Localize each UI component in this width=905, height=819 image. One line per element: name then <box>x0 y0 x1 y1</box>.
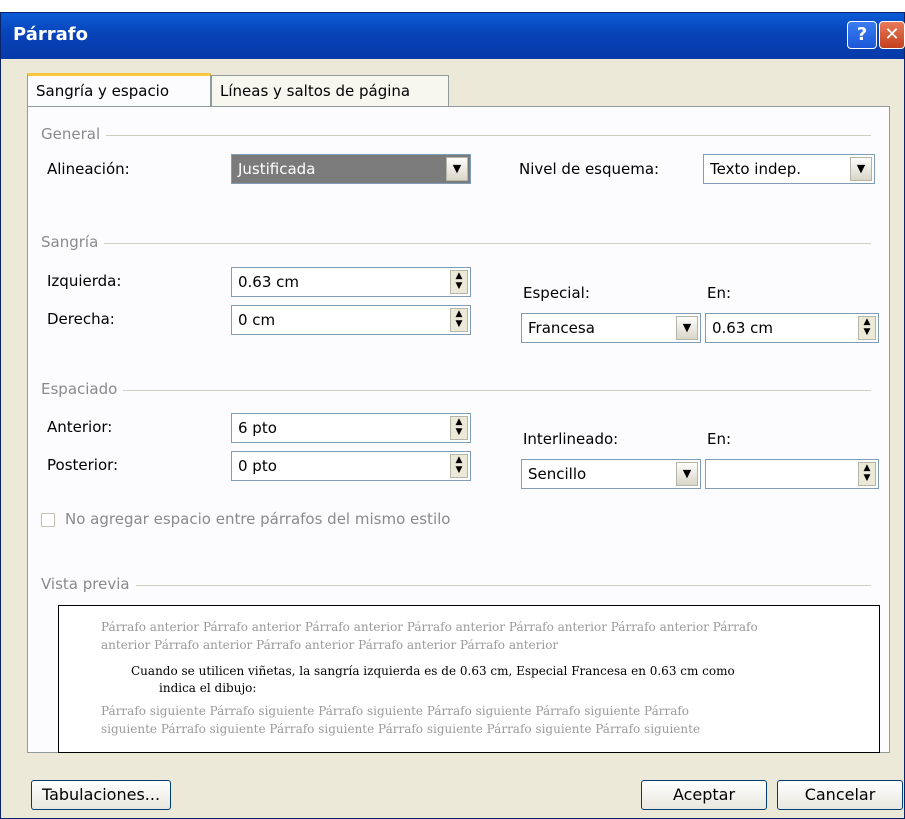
preview-main-line1: Cuando se utilicen viñetas, la sangría i… <box>131 664 735 678</box>
preview-next-line2: siguiente Párrafo siguiente Párrafo sigu… <box>101 722 701 736</box>
derecha-label: Derecha: <box>47 310 115 328</box>
window-title: Párrafo <box>13 24 88 45</box>
spin-arrows-icon[interactable]: ▲ ▼ <box>450 416 468 440</box>
anterior-value: 6 pto <box>238 419 277 437</box>
tab-lineas-saltos[interactable]: Líneas y saltos de página <box>211 75 449 107</box>
espaciado-divider <box>41 390 871 391</box>
help-button[interactable]: ? <box>847 21 877 49</box>
espaciado-en-input[interactable]: ▲ ▼ <box>705 459 879 489</box>
title-bar[interactable]: Párrafo ? ✕ <box>1 13 905 59</box>
spin-arrows-icon[interactable]: ▲ ▼ <box>450 270 468 294</box>
no-agregar-espacio-label: No agregar espacio entre párrafos del mi… <box>65 510 451 528</box>
section-espaciado: Espaciado <box>41 380 124 398</box>
derecha-input[interactable]: 0 cm ▲ ▼ <box>231 305 471 335</box>
posterior-value: 0 pto <box>238 457 277 475</box>
no-agregar-espacio-checkbox[interactable] <box>41 513 55 527</box>
nivel-select[interactable]: Texto indep. ▼ <box>703 154 875 184</box>
derecha-value: 0 cm <box>238 311 276 329</box>
nivel-value: Texto indep. <box>710 160 801 178</box>
anterior-label: Anterior: <box>47 418 113 436</box>
izquierda-input[interactable]: 0.63 cm ▲ ▼ <box>231 267 471 297</box>
preview-prev-line1: Párrafo anterior Párrafo anterior Párraf… <box>101 620 758 634</box>
nivel-label: Nivel de esquema: <box>519 160 660 178</box>
especial-select[interactable]: Francesa ▼ <box>521 313 701 343</box>
alineacion-select[interactable]: Justificada ▼ <box>231 154 471 184</box>
general-divider <box>41 135 871 136</box>
alineacion-label: Alineación: <box>47 160 130 178</box>
izquierda-label: Izquierda: <box>47 272 122 290</box>
dropdown-arrow-icon[interactable]: ▼ <box>676 316 698 340</box>
spin-arrows-icon[interactable]: ▲ ▼ <box>450 308 468 332</box>
alineacion-value: Justificada <box>238 160 316 178</box>
interlineado-label: Interlineado: <box>523 430 619 448</box>
posterior-input[interactable]: 0 pto ▲ ▼ <box>231 451 471 481</box>
spin-arrows-icon[interactable]: ▲ ▼ <box>858 462 876 486</box>
sangria-en-label: En: <box>707 284 732 302</box>
section-general: General <box>41 125 107 143</box>
interlineado-select[interactable]: Sencillo ▼ <box>521 459 701 489</box>
posterior-label: Posterior: <box>47 456 119 474</box>
cancelar-button[interactable]: Cancelar <box>777 780 903 810</box>
preview-divider <box>41 585 871 586</box>
section-vista-previa: Vista previa <box>41 575 136 593</box>
aceptar-button[interactable]: Aceptar <box>641 780 767 810</box>
spin-arrows-icon[interactable]: ▲ ▼ <box>450 454 468 478</box>
tab-sangria-espacio[interactable]: Sangría y espacio <box>27 73 211 107</box>
spin-arrows-icon[interactable]: ▲ ▼ <box>858 316 876 340</box>
tab-label: Sangría y espacio <box>36 82 170 100</box>
sangria-en-input[interactable]: 0.63 cm ▲ ▼ <box>705 313 879 343</box>
sangria-en-value: 0.63 cm <box>712 319 774 337</box>
preview-next-line1: Párrafo siguiente Párrafo siguiente Párr… <box>101 704 690 718</box>
preview-box: Párrafo anterior Párrafo anterior Párraf… <box>58 605 880 753</box>
paragraph-dialog: Párrafo ? ✕ Sangría y espacio Líneas y s… <box>0 12 905 819</box>
dropdown-arrow-icon[interactable]: ▼ <box>850 157 872 181</box>
close-button[interactable]: ✕ <box>879 21 905 49</box>
tabulaciones-button[interactable]: Tabulaciones... <box>31 780 171 810</box>
preview-prev-line2: anterior Párrafo anterior Párrafo anteri… <box>101 638 559 652</box>
preview-main-line2: indica el dibujo: <box>159 681 257 695</box>
anterior-input[interactable]: 6 pto ▲ ▼ <box>231 413 471 443</box>
sangria-divider <box>41 243 871 244</box>
section-sangria: Sangría <box>41 233 105 251</box>
dropdown-arrow-icon[interactable]: ▼ <box>676 462 698 486</box>
especial-label: Especial: <box>523 284 590 302</box>
interlineado-value: Sencillo <box>528 465 587 483</box>
espaciado-en-label: En: <box>707 430 732 448</box>
tab-label: Líneas y saltos de página <box>220 82 411 100</box>
izquierda-value: 0.63 cm <box>238 273 300 291</box>
especial-value: Francesa <box>528 319 595 337</box>
dropdown-arrow-icon[interactable]: ▼ <box>446 157 468 181</box>
